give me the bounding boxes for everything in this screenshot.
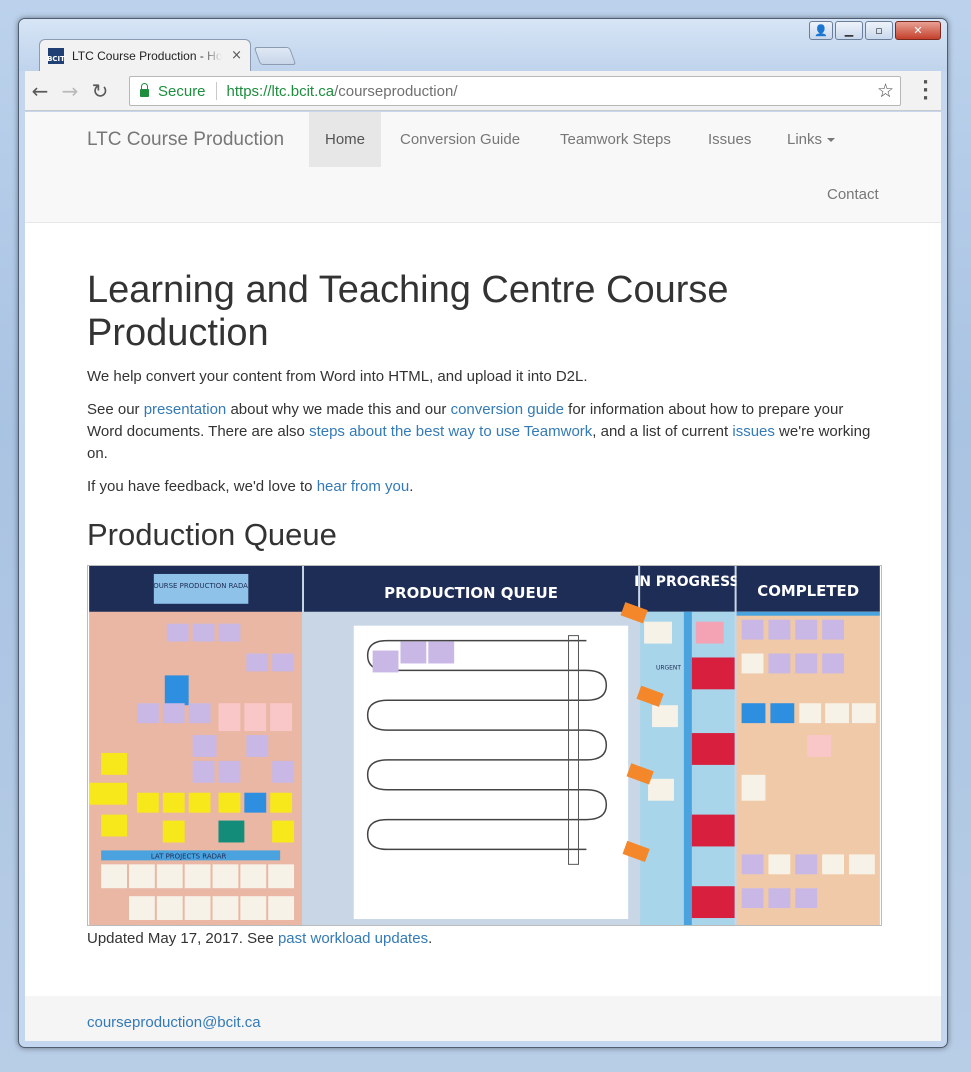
update-caption: Updated May 17, 2017. See past workload … [87,929,879,949]
close-icon[interactable]: ✕ [895,21,941,40]
site-navbar: LTC Course Production Home Conversion Gu… [25,112,941,223]
board-radar-projects-label: LAT PROJECTS RADAR [151,852,227,860]
secure-label: Secure [158,82,206,100]
address-bar[interactable]: Secure https://ltc.bcit.ca/courseproduct… [129,76,901,106]
nav-teamwork-steps[interactable]: Teamwork Steps [544,112,687,167]
reload-icon[interactable]: ↻ [85,79,115,103]
text-span: . [428,930,433,947]
bcit-favicon-icon: BCIT [47,47,65,64]
user-icon[interactable]: 👤 [809,21,833,40]
main-content: Learning and Teaching Centre Course Prod… [25,269,941,949]
lock-icon [140,83,149,97]
tab-title: LTC Course Production - Home [72,48,222,63]
nav-conversion-guide[interactable]: Conversion Guide [384,112,536,167]
browser-toolbar: ← → ↻ Secure https://ltc.bcit.ca/coursep… [25,71,941,111]
back-arrow-icon[interactable]: ← [25,79,55,103]
text-span: If you have feedback, we'd love to [87,478,317,495]
url-path: /courseproduction/ [334,82,458,100]
menu-icon[interactable]: · · · [922,74,929,108]
nav-links-dropdown[interactable]: Links [771,112,851,167]
browser-tab[interactable]: BCIT LTC Course Production - Home × [39,39,251,71]
issues-link[interactable]: issues [732,423,775,440]
feedback-paragraph: If you have feedback, we'd love to hear … [87,476,879,498]
board-header-in-progress: IN PROGRESS [634,574,739,590]
conversion-guide-link[interactable]: conversion guide [451,401,564,418]
text-span: . [409,478,414,495]
star-icon[interactable]: ☆ [877,80,894,102]
nav-issues[interactable]: Issues [692,112,767,167]
board-header-radar: COURSE PRODUCTION RADAR [148,582,253,590]
contact-email-link[interactable]: courseproduction@bcit.ca [87,1014,261,1031]
production-board-photo: COURSE PRODUCTION RADAR PRODUCTION QUEUE… [87,565,882,926]
board-lane-label: URGENT [656,664,681,671]
nav-contact[interactable]: Contact [811,167,895,222]
board-header-completed: COMPLETED [757,582,859,600]
text-span: about why we made this and our [226,401,451,418]
window-controls: 👤 ▁ ▫ ✕ [809,21,941,40]
title-bar: 👤 ▁ ▫ ✕ BCIT LTC Course Production - Hom… [19,19,947,71]
past-workload-updates-link[interactable]: past workload updates [278,930,428,947]
browser-window: 👤 ▁ ▫ ✕ BCIT LTC Course Production - Hom… [18,18,948,1048]
nav-links-label: Links [787,131,823,148]
address-divider [215,82,217,100]
hear-from-you-link[interactable]: hear from you [317,478,410,495]
site-footer: courseproduction@bcit.ca [25,996,941,1041]
text-span: , and a list of current [592,423,733,440]
about-paragraph: See our presentation about why we made t… [87,399,879,465]
nav-home[interactable]: Home [309,112,382,167]
text-span: See our [87,401,144,418]
new-tab-button[interactable] [253,47,297,65]
page-title: Learning and Teaching Centre Course Prod… [87,269,729,354]
teamwork-steps-link[interactable]: steps about the best way to use Teamwork [309,423,592,440]
text-span: Updated May 17, 2017. See [87,930,278,947]
caret-down-icon [827,138,836,143]
page-viewport: LTC Course Production Home Conversion Gu… [25,112,941,1041]
maximize-icon[interactable]: ▫ [865,21,893,40]
board-header-queue: PRODUCTION QUEUE [384,584,558,602]
site-brand[interactable]: LTC Course Production [87,129,284,151]
url-host: https://ltc.bcit.ca [226,82,335,100]
intro-text: We help convert your content from Word i… [87,368,588,385]
tab-close-icon[interactable]: × [231,48,242,63]
presentation-link[interactable]: presentation [144,401,227,418]
forward-arrow-icon[interactable]: → [55,79,85,103]
minimize-icon[interactable]: ▁ [835,21,863,40]
production-queue-heading: Production Queue [87,517,337,552]
